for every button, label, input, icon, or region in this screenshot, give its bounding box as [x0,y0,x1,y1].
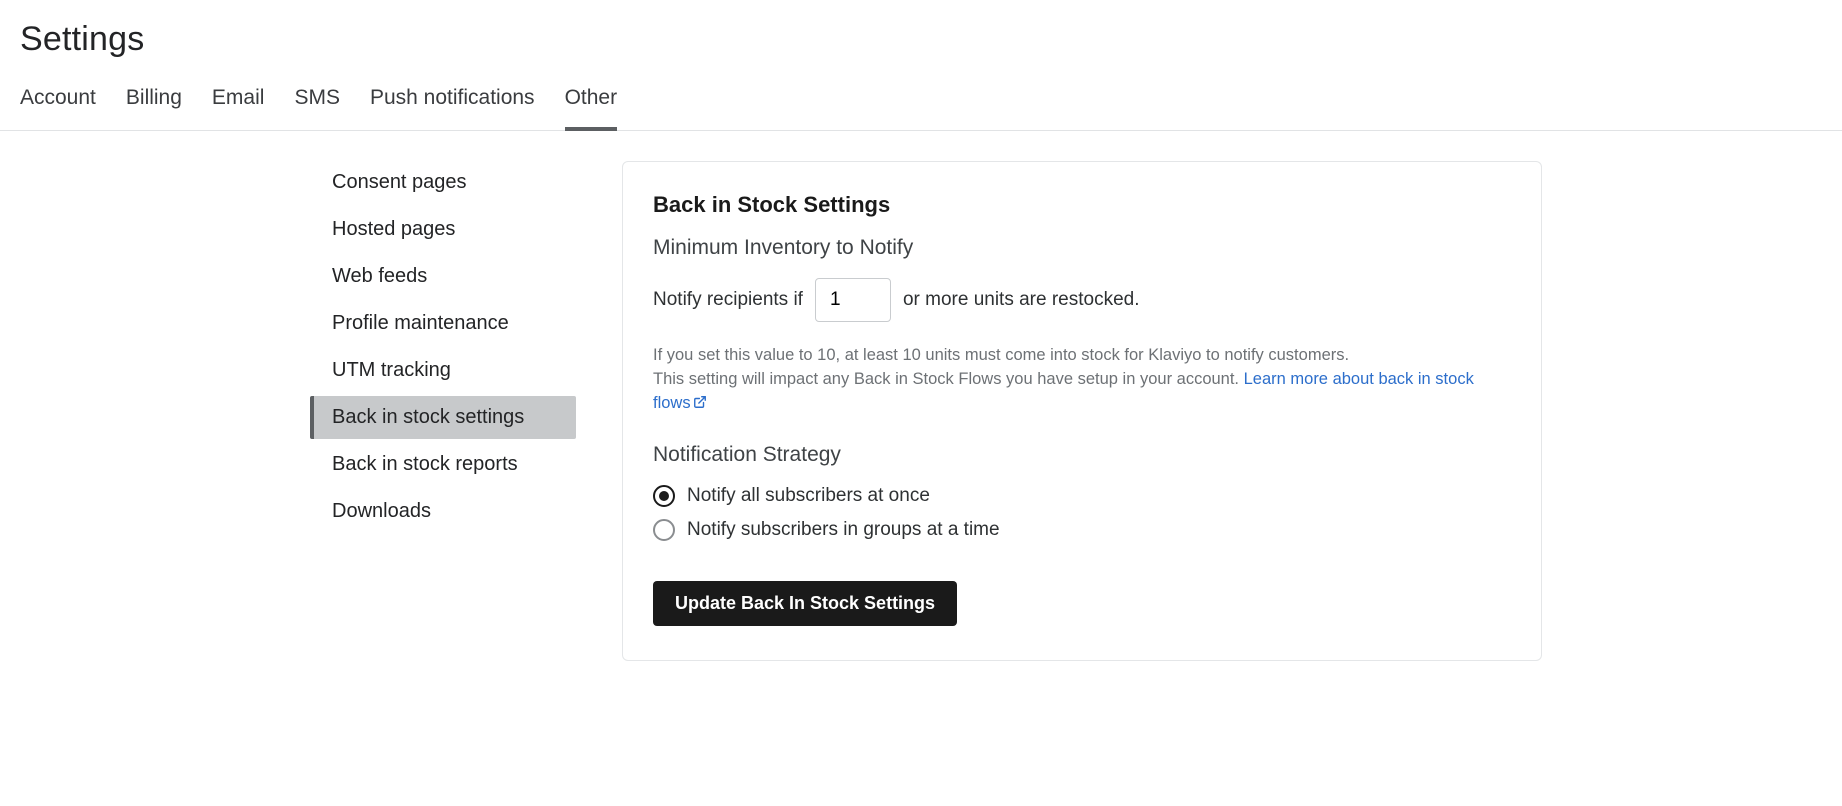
sidebar-item-utm-tracking[interactable]: UTM tracking [310,349,576,392]
strategy-radio-group: Notify all subscribers at once Notify su… [653,485,1511,541]
radio-icon [653,485,675,507]
min-inventory-heading: Minimum Inventory to Notify [653,236,1511,260]
min-inventory-suffix: or more units are restocked. [903,289,1140,311]
strategy-option-label: Notify all subscribers at once [687,485,930,507]
page-title: Settings [0,0,1842,75]
strategy-option-all-at-once[interactable]: Notify all subscribers at once [653,485,1511,507]
strategy-option-label: Notify subscribers in groups at a time [687,519,1000,541]
tab-other[interactable]: Other [565,86,618,130]
help-line-2: This setting will impact any Back in Sto… [653,370,1244,388]
strategy-option-groups[interactable]: Notify subscribers in groups at a time [653,519,1511,541]
tab-sms[interactable]: SMS [294,86,340,130]
update-back-in-stock-button[interactable]: Update Back In Stock Settings [653,581,957,626]
panel-title: Back in Stock Settings [653,192,1511,218]
min-inventory-prefix: Notify recipients if [653,289,803,311]
external-link-icon [693,393,707,417]
back-in-stock-panel: Back in Stock Settings Minimum Inventory… [622,161,1542,661]
tab-billing[interactable]: Billing [126,86,182,130]
strategy-heading: Notification Strategy [653,443,1511,467]
tab-push-notifications[interactable]: Push notifications [370,86,535,130]
settings-tabbar: Account Billing Email SMS Push notificat… [0,75,1842,131]
sidebar-item-profile-maintenance[interactable]: Profile maintenance [310,302,576,345]
sidebar-item-downloads[interactable]: Downloads [310,490,576,533]
sidebar-item-web-feeds[interactable]: Web feeds [310,255,576,298]
min-inventory-help: If you set this value to 10, at least 10… [653,344,1511,417]
settings-sidebar: Consent pages Hosted pages Web feeds Pro… [310,161,576,661]
tab-email[interactable]: Email [212,86,265,130]
min-inventory-row: Notify recipients if or more units are r… [653,278,1511,322]
sidebar-item-consent-pages[interactable]: Consent pages [310,161,576,204]
tab-account[interactable]: Account [20,86,96,130]
help-line-1: If you set this value to 10, at least 10… [653,346,1349,364]
sidebar-item-back-in-stock-reports[interactable]: Back in stock reports [310,443,576,486]
sidebar-item-hosted-pages[interactable]: Hosted pages [310,208,576,251]
min-inventory-input[interactable] [815,278,891,322]
radio-icon [653,519,675,541]
sidebar-item-back-in-stock-settings[interactable]: Back in stock settings [310,396,576,439]
